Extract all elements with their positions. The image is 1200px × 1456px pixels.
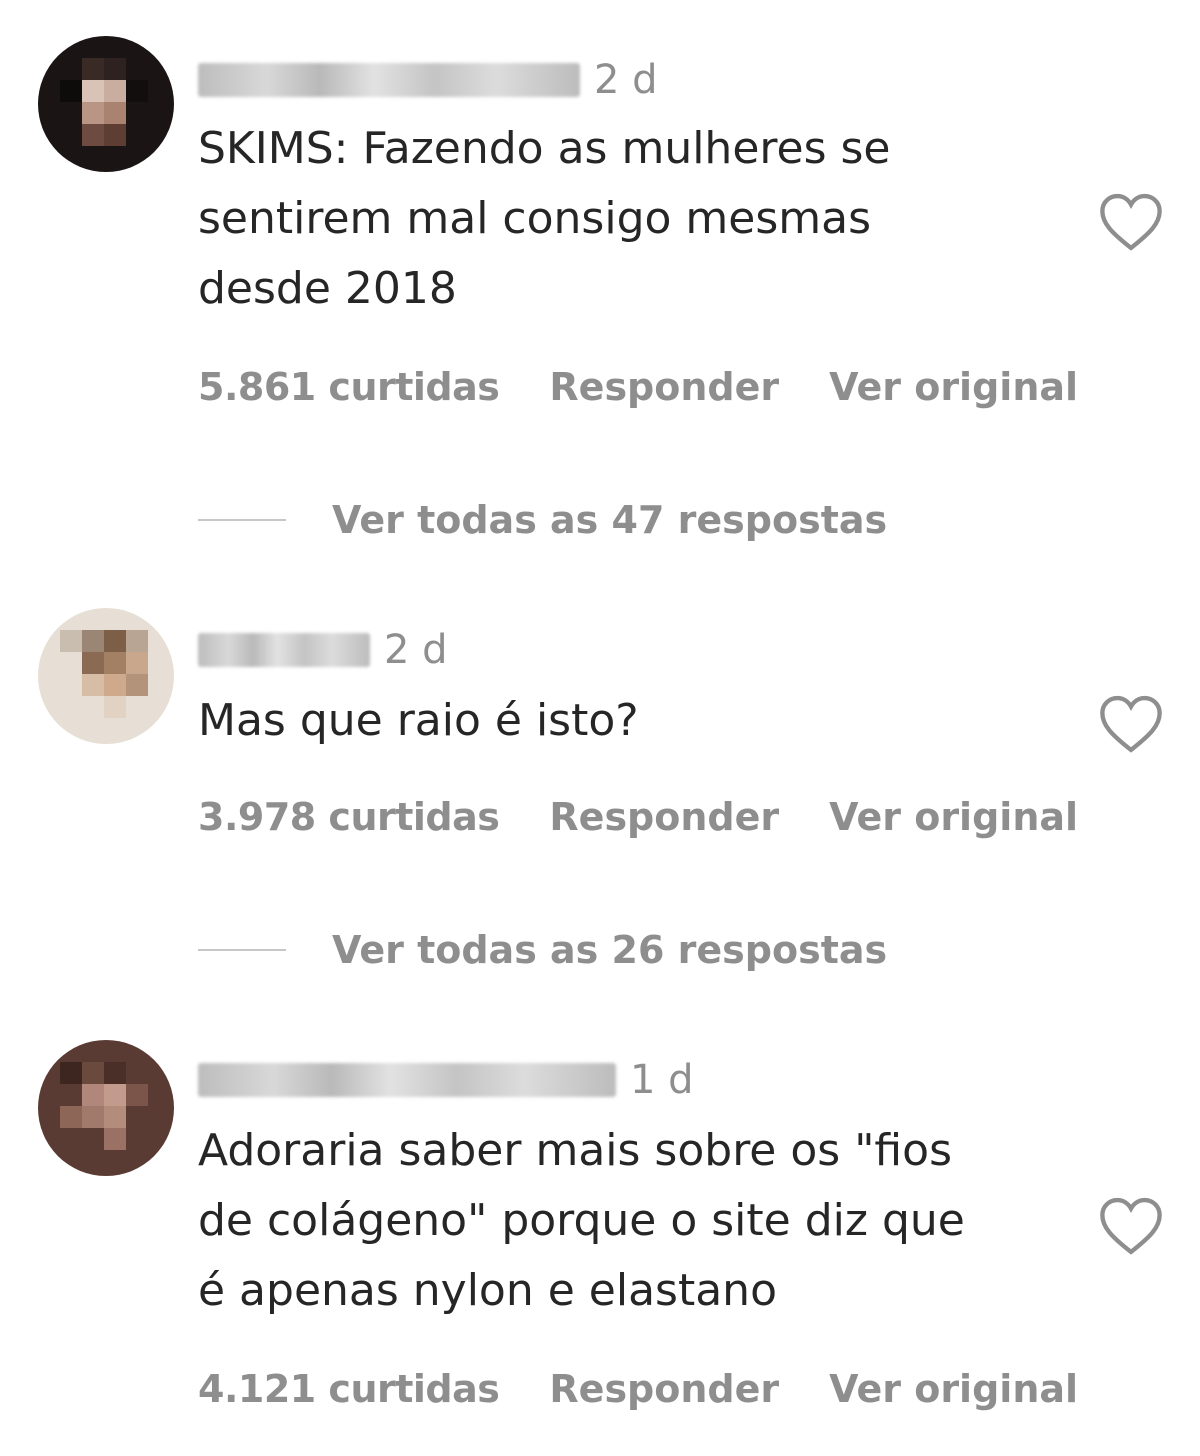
comment-text: SKIMS: Fazendo as mulheres se sentirem m… — [198, 123, 891, 314]
username-row: 1 d — [198, 1050, 694, 1110]
like-count[interactable]: 5.861 curtidas — [198, 368, 500, 406]
like-count[interactable]: 3.978 curtidas — [198, 798, 500, 836]
comment-time: 2 d — [384, 627, 448, 673]
view-replies[interactable]: Ver todas as 47 respostas — [198, 498, 887, 542]
view-replies-label[interactable]: Ver todas as 47 respostas — [332, 498, 887, 542]
comment-meta: 3.978 curtidas Responder Ver original — [198, 798, 1128, 836]
comment-text: Mas que raio é isto? — [198, 695, 639, 746]
replies-divider — [198, 949, 286, 951]
username-blurred[interactable] — [198, 63, 580, 97]
comment-text: Adoraria saber mais sobre os "fios de co… — [198, 1125, 965, 1316]
replies-divider — [198, 519, 286, 521]
view-replies[interactable]: Ver todas as 26 respostas — [198, 928, 887, 972]
reply-button[interactable]: Responder — [549, 368, 779, 406]
username-blurred[interactable] — [198, 1063, 616, 1097]
see-original-button[interactable]: Ver original — [829, 1370, 1078, 1408]
heart-outline-icon[interactable] — [1098, 192, 1164, 252]
like-count[interactable]: 4.121 curtidas — [198, 1370, 500, 1408]
comment-time: 1 d — [630, 1057, 694, 1103]
comment-meta: 4.121 curtidas Responder Ver original — [198, 1370, 1128, 1408]
heart-outline-icon[interactable] — [1098, 1196, 1164, 1256]
username-row: 2 d — [198, 620, 448, 680]
avatar[interactable] — [38, 36, 174, 172]
view-replies-label[interactable]: Ver todas as 26 respostas — [332, 928, 887, 972]
reply-button[interactable]: Responder — [549, 1370, 779, 1408]
see-original-button[interactable]: Ver original — [829, 368, 1078, 406]
username-blurred[interactable] — [198, 633, 370, 667]
reply-button[interactable]: Responder — [549, 798, 779, 836]
see-original-button[interactable]: Ver original — [829, 798, 1078, 836]
username-row: 2 d — [198, 50, 658, 110]
avatar[interactable] — [38, 1040, 174, 1176]
avatar[interactable] — [38, 608, 174, 744]
comment-time: 2 d — [594, 57, 658, 103]
heart-outline-icon[interactable] — [1098, 694, 1164, 754]
comment-meta: 5.861 curtidas Responder Ver original — [198, 368, 1128, 406]
